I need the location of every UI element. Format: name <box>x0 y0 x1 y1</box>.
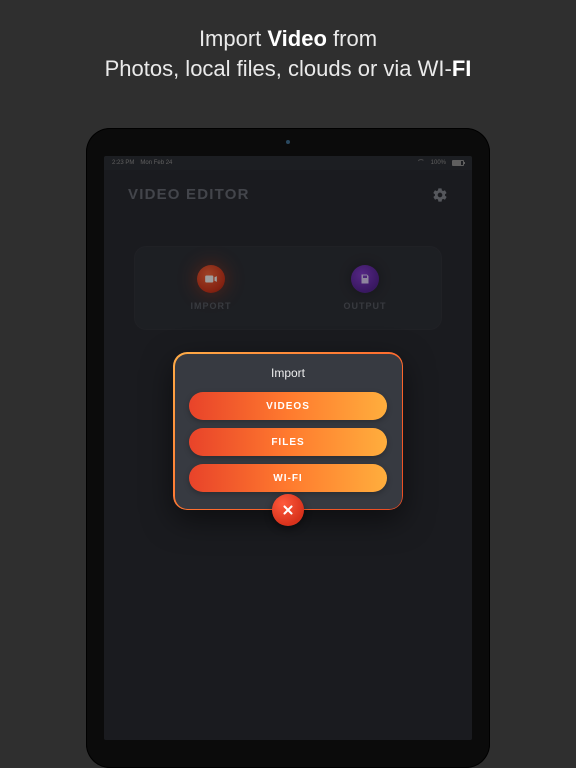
import-dialog: Import VIDEOS FILES WI-FI <box>173 352 403 510</box>
import-label: IMPORT <box>191 301 232 311</box>
gear-icon <box>432 187 448 203</box>
battery-icon <box>452 160 464 166</box>
screen: 2:23 PM Mon Feb 24 100% VIDEO EDITOR IMP <box>104 156 472 740</box>
promo-caption: Import Video from Photos, local files, c… <box>0 24 576 83</box>
option-wifi[interactable]: WI-FI <box>189 464 387 492</box>
output-tile[interactable]: OUTPUT <box>288 246 442 330</box>
video-camera-icon <box>204 272 218 286</box>
status-right: 100% <box>417 159 464 167</box>
front-camera <box>286 140 290 144</box>
app-header: VIDEO EDITOR <box>104 186 472 203</box>
save-icon <box>359 273 371 285</box>
caption-bold: Video <box>267 26 327 51</box>
status-date: Mon Feb 24 <box>140 160 172 166</box>
caption-line-1: Import Video from <box>199 26 377 51</box>
wifi-icon <box>417 159 425 167</box>
option-files[interactable]: FILES <box>189 428 387 456</box>
caption-text: Import <box>199 26 267 51</box>
caption-line-2: Photos, local files, clouds or via WI-FI <box>105 56 472 81</box>
battery-percent: 100% <box>431 160 446 166</box>
main-tiles-panel: IMPORT OUTPUT <box>134 246 442 330</box>
close-icon <box>281 503 295 517</box>
settings-button[interactable] <box>432 187 448 203</box>
import-tile[interactable]: IMPORT <box>134 246 288 330</box>
dialog-options: VIDEOS FILES WI-FI <box>189 392 387 492</box>
dialog-close-button[interactable] <box>272 494 304 526</box>
dialog-title: Import <box>189 366 387 380</box>
status-left: 2:23 PM Mon Feb 24 <box>112 160 172 166</box>
caption-bold: FI <box>452 56 472 81</box>
output-label: OUTPUT <box>344 301 387 311</box>
app-title: VIDEO EDITOR <box>128 186 250 203</box>
tablet-frame: 2:23 PM Mon Feb 24 100% VIDEO EDITOR IMP <box>86 128 490 768</box>
status-bar: 2:23 PM Mon Feb 24 100% <box>104 156 472 170</box>
import-icon-wrap <box>197 265 225 293</box>
caption-text: from <box>327 26 377 51</box>
option-videos[interactable]: VIDEOS <box>189 392 387 420</box>
caption-text: Photos, local files, clouds or via WI- <box>105 56 452 81</box>
status-time: 2:23 PM <box>112 160 134 166</box>
output-icon-wrap <box>351 265 379 293</box>
